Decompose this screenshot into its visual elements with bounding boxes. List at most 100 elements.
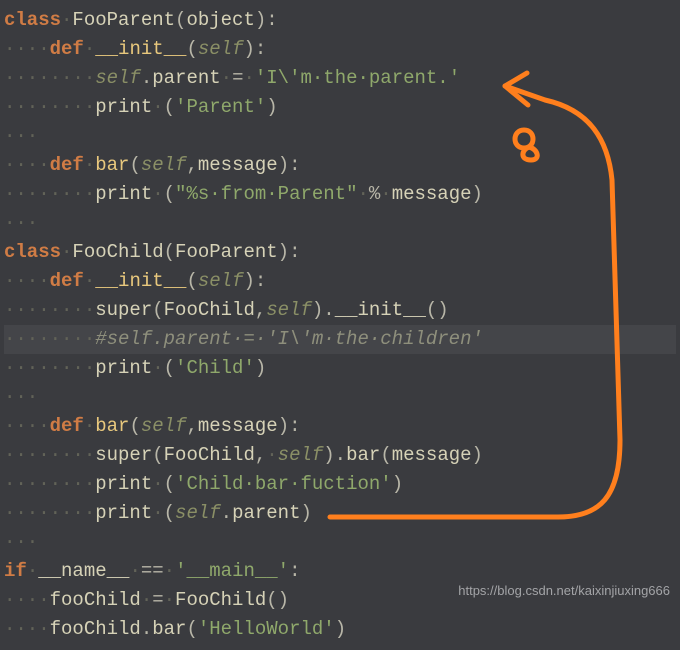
code-token: ········ [4,473,95,495]
code-token: ········ [4,96,95,118]
code-token: · [380,183,391,205]
code-token: == [141,560,164,582]
code-token: () [266,589,289,611]
code-token: __name__ [38,560,129,582]
code-token: FooChild [175,589,266,611]
code-token: parent [232,502,300,524]
code-token: . [221,502,232,524]
code-token: def [50,154,84,176]
code-token: ( [164,502,175,524]
code-line: ····def·__init__(self): [4,267,676,296]
code-token: ): [243,270,266,292]
code-token: ( [152,299,163,321]
code-line: ····def·bar(self,message): [4,412,676,441]
code-token: ) [266,96,277,118]
code-token: print [95,183,152,205]
code-token: self [266,299,312,321]
code-token: print [95,357,152,379]
code-token: object [186,9,254,31]
code-token: · [164,560,175,582]
code-token: ··· [4,125,38,147]
code-token: #self.parent·=·'I\'m·the·children' [95,328,483,350]
code-token: 'Child' [175,357,255,379]
code-line: class·FooParent(object): [4,6,676,35]
code-token: parent [152,67,220,89]
code-token: () [426,299,449,321]
code-token: · [84,38,95,60]
code-token: ········ [4,328,95,350]
code-token: print [95,473,152,495]
code-token: · [141,589,152,611]
code-token: 'I\'m·the·parent.' [255,67,460,89]
code-token: ··· [4,212,38,234]
code-token: , [255,299,266,321]
code-token: · [164,589,175,611]
code-token: class [4,241,61,263]
code-token: ) [472,183,483,205]
code-token: ( [164,241,175,263]
code-token: def [50,38,84,60]
code-token: bar [95,154,129,176]
code-token: · [84,154,95,176]
code-token: ···· [4,415,50,437]
code-token: FooParent [72,9,175,31]
code-token: "%s·from·Parent" [175,183,357,205]
code-token: message [198,415,278,437]
code-token: ( [175,9,186,31]
code-token: bar [95,415,129,437]
code-token: · [129,560,140,582]
code-token: · [84,270,95,292]
code-token: ) [472,444,483,466]
code-token: ········ [4,67,95,89]
code-token: 'HelloWorld' [198,618,335,640]
code-token: ). [323,444,346,466]
code-token: '__main__' [175,560,289,582]
code-token: super [95,299,152,321]
code-token: __init__ [335,299,426,321]
code-token: message [392,444,472,466]
code-token: · [357,183,368,205]
code-token: · [27,560,38,582]
code-token: ( [380,444,391,466]
code-token: super [95,444,152,466]
code-token: = [152,589,163,611]
code-token: ···· [4,589,50,611]
code-token: ········ [4,357,95,379]
code-token: , [255,444,266,466]
code-token: ( [129,415,140,437]
code-line: ········print·('Parent') [4,93,676,122]
code-token: self [141,415,187,437]
code-token: , [186,154,197,176]
code-token: def [50,415,84,437]
code-token: · [152,473,163,495]
code-token: ···· [4,154,50,176]
code-token: fooChild [50,589,141,611]
code-token: FooChild [164,444,255,466]
code-token: : [289,560,300,582]
code-token: ( [164,357,175,379]
code-token: · [61,9,72,31]
code-token: ) [335,618,346,640]
code-token: ): [278,415,301,437]
code-token: bar [152,618,186,640]
code-line: class·FooChild(FooParent): [4,238,676,267]
code-token: bar [346,444,380,466]
code-line: ··· [4,122,676,151]
code-line: ··· [4,209,676,238]
code-token: ( [186,618,197,640]
code-token: self [175,502,221,524]
code-line: ········print·(self.parent) [4,499,676,528]
code-line: ····def·bar(self,message): [4,151,676,180]
code-line: ········print·('Child·bar·fuction') [4,470,676,499]
code-line: ········self.parent·=·'I\'m·the·parent.' [4,64,676,93]
code-token: , [186,415,197,437]
code-token: self [141,154,187,176]
code-line: ····fooChild.bar('HelloWorld') [4,615,676,644]
code-token: ···· [4,270,50,292]
code-token: · [221,67,232,89]
code-token: ( [164,96,175,118]
code-token: ········ [4,183,95,205]
code-line: ········super(FooChild,self).__init__() [4,296,676,325]
code-line: ··· [4,528,676,557]
code-token: ···· [4,38,50,60]
